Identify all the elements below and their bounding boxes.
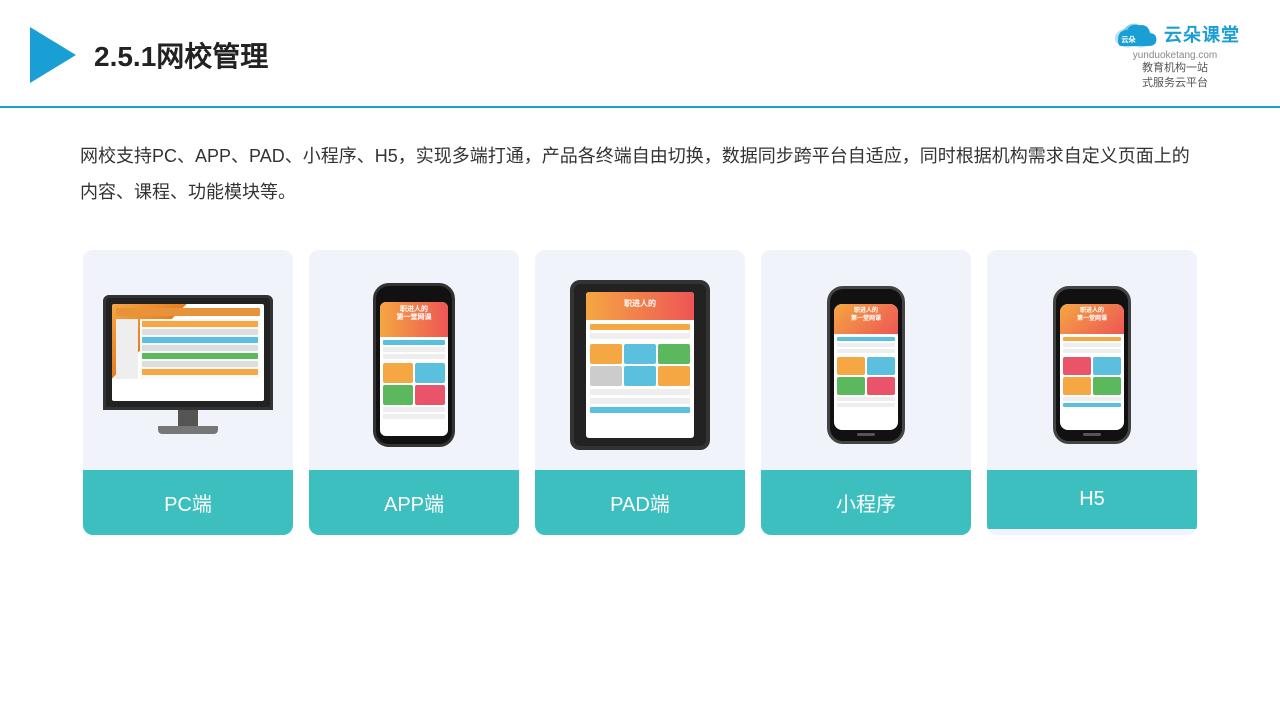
pc-monitor-icon [103, 295, 273, 434]
card-miniprogram-image: 职进人的第一堂网课 [761, 250, 971, 470]
card-h5-image: 职进人的第一堂网课 [987, 250, 1197, 470]
header: 2.5.1网校管理 云朵 云朵课堂 yunduoketang.com 教育机构一… [0, 0, 1280, 108]
description-text: 网校支持PC、APP、PAD、小程序、H5，实现多端打通，产品各终端自由切换，数… [0, 108, 1280, 220]
miniprogram-phone-icon: 职进人的第一堂网课 [827, 286, 905, 444]
card-h5-label: H5 [987, 470, 1197, 529]
header-left: 2.5.1网校管理 [30, 27, 268, 83]
page-title: 2.5.1网校管理 [94, 35, 268, 75]
card-miniprogram: 职进人的第一堂网课 [761, 250, 971, 535]
card-pc-label: PC端 [83, 470, 293, 535]
svg-text:云朵: 云朵 [1121, 35, 1136, 44]
h5-phone-icon: 职进人的第一堂网课 [1053, 286, 1131, 444]
card-h5: 职进人的第一堂网课 [987, 250, 1197, 535]
header-right: 云朵 云朵课堂 yunduoketang.com 教育机构一站式服务云平台 [1110, 18, 1240, 92]
card-pc: PC端 [83, 250, 293, 535]
cards-container: PC端 职进人的第一堂网课 [0, 220, 1280, 555]
pad-tablet-icon: 职进人的 [570, 280, 710, 450]
play-triangle-icon [30, 27, 76, 83]
card-app: 职进人的第一堂网课 [309, 250, 519, 535]
card-app-label: APP端 [309, 470, 519, 535]
cloud-icon: 云朵 [1110, 18, 1158, 50]
brand-name: 云朵课堂 [1164, 21, 1240, 47]
card-app-image: 职进人的第一堂网课 [309, 250, 519, 470]
brand-logo: 云朵 云朵课堂 yunduoketang.com 教育机构一站式服务云平台 [1110, 18, 1240, 92]
brand-url: yunduoketang.com [1133, 50, 1218, 61]
card-miniprogram-label: 小程序 [761, 470, 971, 535]
app-phone-icon: 职进人的第一堂网课 [373, 283, 455, 447]
brand-tagline: 教育机构一站式服务云平台 [1142, 61, 1208, 92]
card-pad-label: PAD端 [535, 470, 745, 535]
card-pad: 职进人的 [535, 250, 745, 535]
card-pad-image: 职进人的 [535, 250, 745, 470]
brand-icon: 云朵 云朵课堂 [1110, 18, 1240, 50]
card-pc-image [83, 250, 293, 470]
